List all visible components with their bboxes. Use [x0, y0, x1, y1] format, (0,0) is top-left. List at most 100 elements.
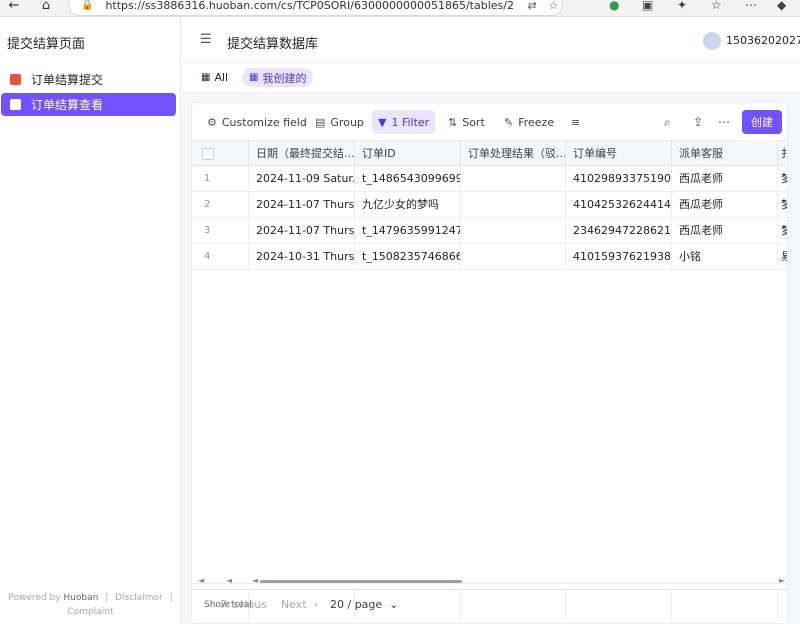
agent-cell[interactable]: 西瓜老师	[672, 218, 778, 244]
date-cell[interactable]: 2024-11-07 Thurs...	[249, 218, 355, 244]
select-all-checkbox[interactable]	[202, 148, 214, 160]
order-number-cell[interactable]: 41029893375190...	[566, 166, 672, 192]
home-icon[interactable]: ⌂	[32, 0, 60, 13]
freeze-button[interactable]: ✎ Freeze	[498, 110, 560, 134]
brand-link[interactable]: Huoban	[63, 593, 98, 603]
order-id-cell[interactable]: t_1508235746866...	[355, 244, 461, 270]
date-cell[interactable]: 2024-10-31 Thurs...	[249, 244, 355, 270]
upload-icon[interactable]: ⇪	[693, 115, 703, 129]
column-header[interactable]: 派单客服	[672, 141, 778, 167]
sort-icon: ⇅	[448, 115, 458, 129]
prev-page-button[interactable]: ‹ Previous	[209, 598, 267, 611]
agent-cell[interactable]: 西瓜老师	[672, 166, 778, 192]
result-cell[interactable]	[461, 192, 566, 218]
column-header[interactable]: 扌	[778, 141, 787, 167]
sidebar-title: 提交结算页面	[7, 37, 86, 52]
table-header: 日期（最终提交结... 订单ID 订单处理结果（驳... 订单编号 派单客服 扌	[192, 140, 787, 167]
order-number-cell[interactable]: 41042532624414...	[566, 192, 672, 218]
app-header: ☰ 提交结算数据库 15036202027	[182, 17, 800, 63]
column-header[interactable]: 订单编号	[566, 141, 672, 167]
table-row[interactable]: 4 2024-10-31 Thurs... t_1508235746866...…	[192, 244, 787, 270]
page-size-label: 20 / page	[330, 598, 383, 611]
customize-field-button[interactable]: ⚙ Customize field	[201, 110, 313, 134]
group-icon: ▤	[315, 115, 326, 129]
split-screen-icon[interactable]: ▣	[642, 0, 653, 12]
result-cell[interactable]	[461, 166, 566, 192]
column-header[interactable]: 日期（最终提交结...	[249, 141, 355, 167]
row-number: 1	[192, 166, 249, 192]
copilot-icon[interactable]: ◆	[777, 0, 786, 12]
extra-cell[interactable]: 梦	[778, 218, 787, 244]
address-bar[interactable]: 🔒 https://ss3886316.huoban.com/cs/TCP0SO…	[68, 0, 563, 16]
chevron-down-icon: ⌄	[389, 598, 399, 611]
table-row[interactable]: 3 2024-11-07 Thurs... t_1479635991247...…	[192, 218, 787, 244]
page-size-select[interactable]: 20 / page ⌄	[330, 598, 398, 611]
sidebar: 提交结算页面 订单结算提交 订单结算查看 Powered by Huoban |…	[0, 17, 181, 624]
result-cell[interactable]	[461, 244, 566, 270]
date-cell[interactable]: 2024-11-07 Thurs...	[249, 192, 355, 218]
next-page-button[interactable]: Next ›	[281, 598, 318, 611]
next-label: Next	[281, 598, 307, 611]
table-card: ⚙ Customize field ▤ Group ▼ 1 Filter ⇅ S…	[191, 102, 788, 624]
complaint-link[interactable]: Complaint	[67, 607, 113, 617]
extra-cell[interactable]: 梦	[778, 166, 787, 192]
extra-cell[interactable]: 易	[778, 244, 787, 270]
sidebar-item-submit[interactable]: 订单结算提交	[1, 68, 176, 91]
view-tabs: ▦ All ▦ 我创建的	[182, 63, 800, 93]
page-title: 提交结算数据库	[227, 37, 319, 52]
tab-all[interactable]: ▦ All	[194, 68, 235, 87]
sidebar-item-view[interactable]: 订单结算查看	[1, 93, 176, 116]
main-content: ⚙ Customize field ▤ Group ▼ 1 Filter ⇅ S…	[182, 93, 800, 624]
powered-by-text: Powered by	[8, 593, 61, 603]
sidebar-item-label: 订单结算提交	[31, 73, 104, 87]
button-label: Customize field	[221, 115, 307, 129]
sort-button[interactable]: ⇅ Sort	[442, 110, 491, 134]
sidebar-footer: Powered by Huoban | Disclaimer | Complai…	[8, 593, 173, 617]
tab-label: All	[214, 71, 229, 84]
order-id-cell[interactable]: 九亿少女的梦吗	[355, 192, 461, 218]
row-height-button[interactable]: ≡	[565, 110, 591, 134]
result-cell[interactable]	[461, 218, 566, 244]
tab-label: 我创建的	[262, 71, 307, 85]
button-label: Freeze	[518, 115, 555, 129]
user-name[interactable]: 15036202027	[726, 34, 800, 47]
create-button[interactable]: 创建	[742, 110, 782, 134]
date-cell[interactable]: 2024-11-09 Satur...	[249, 166, 355, 192]
avatar[interactable]	[703, 32, 721, 50]
star-icon[interactable]: ☆	[549, 0, 559, 12]
group-button[interactable]: ▤ Group	[309, 110, 370, 134]
prev-label: Previous	[220, 598, 267, 611]
pin-icon: ✎	[504, 115, 514, 129]
favorites-icon[interactable]: ☆	[711, 0, 722, 12]
more-icon[interactable]: ⋯	[718, 115, 730, 129]
more-icon[interactable]: ⋯	[745, 0, 757, 12]
agent-cell[interactable]: 小铭	[672, 244, 778, 270]
table-toolbar: ⚙ Customize field ▤ Group ▼ 1 Filter ⇅ S…	[192, 103, 787, 139]
column-header[interactable]: 订单处理结果（驳...	[461, 141, 566, 167]
order-number-cell[interactable]: 23462947228621...	[566, 218, 672, 244]
table-row[interactable]: 1 2024-11-09 Satur... t_1486543099699...…	[192, 166, 787, 192]
puzzle-icon[interactable]: ✦	[677, 0, 687, 12]
search-icon[interactable]: ⌕	[664, 115, 671, 130]
url-text: https://ss3886316.huoban.com/cs/TCP0SORI…	[105, 0, 515, 12]
row-height-icon: ≡	[571, 115, 581, 129]
order-number-cell[interactable]: 41015937621938...	[566, 244, 672, 270]
extra-cell[interactable]: 梦	[778, 192, 787, 218]
sidebar-item-label: 订单结算查看	[31, 98, 104, 112]
button-label: Sort	[462, 115, 485, 129]
menu-icon[interactable]: ☰	[200, 32, 212, 47]
back-arrow-icon[interactable]: ←	[0, 0, 28, 13]
grid-icon: ▦	[201, 72, 211, 83]
tab-my-created[interactable]: ▦ 我创建的	[242, 68, 314, 87]
disclaimer-link[interactable]: Disclaimer	[115, 593, 163, 603]
order-id-cell[interactable]: t_1486543099699...	[355, 166, 461, 192]
data-grid: 日期（最终提交结... 订单ID 订单处理结果（驳... 订单编号 派单客服 扌…	[192, 140, 787, 620]
translate-icon[interactable]: ⇄	[527, 0, 536, 12]
button-label: 1 Filter	[391, 115, 430, 129]
extension-icon[interactable]: ●	[609, 0, 619, 12]
order-id-cell[interactable]: t_1479635991247...	[355, 218, 461, 244]
table-row[interactable]: 2 2024-11-07 Thurs... 九亿少女的梦吗 4104253262…	[192, 192, 787, 218]
filter-button[interactable]: ▼ 1 Filter	[372, 110, 436, 134]
agent-cell[interactable]: 西瓜老师	[672, 192, 778, 218]
column-header[interactable]: 订单ID	[355, 141, 461, 167]
